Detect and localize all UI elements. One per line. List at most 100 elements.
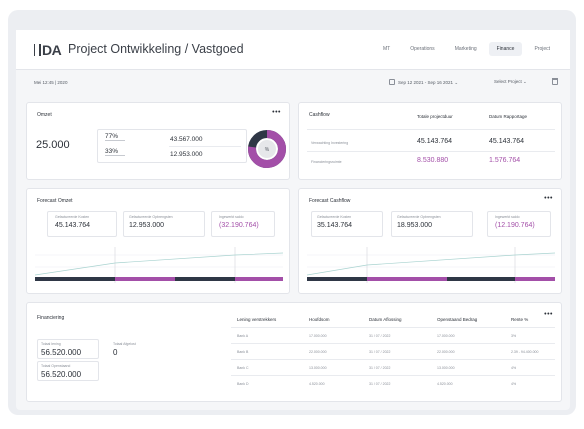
forecast-omzet-card: Forecast Omzet Gefactureerde Kosten 45.1… bbox=[26, 188, 290, 294]
bar-dark bbox=[175, 277, 235, 281]
nav-item-finance[interactable]: Finance bbox=[488, 42, 523, 56]
totaal-openstaand-label: Totaal Openstaand bbox=[41, 364, 71, 368]
date-range-label: Sep 12 2021 - Sep 16 2021 bbox=[398, 80, 454, 85]
bar-accent bbox=[515, 277, 555, 281]
totaal-afgelost-value: 0 bbox=[113, 348, 118, 357]
fin-cell: 31 / 07 / 2022 bbox=[369, 382, 391, 386]
bar-accent bbox=[367, 277, 447, 281]
fin-cell: 17.000.000 bbox=[309, 334, 327, 338]
forecast-cashflow-kpi-2-label: Gefactureerde Opbrengsten bbox=[397, 215, 441, 219]
bar-dark bbox=[35, 277, 115, 281]
fin-cell: 17.000.000 bbox=[437, 334, 455, 338]
fin-cell: 4% bbox=[511, 382, 517, 386]
trash-icon[interactable] bbox=[552, 78, 558, 85]
omzet-title: Omzet bbox=[37, 112, 52, 118]
forecast-cashflow-kpi-3-value: (12.190.764) bbox=[495, 222, 535, 229]
forecast-cashflow-kpi-1-value: 35.143.764 bbox=[317, 222, 353, 229]
fin-cell: Bank A bbox=[237, 334, 249, 338]
fin-cell: 3% bbox=[511, 334, 517, 338]
cashflow-row-2-label: Financieringsruimte bbox=[311, 160, 342, 164]
more-options-icon[interactable]: ••• bbox=[544, 195, 553, 202]
fin-cell: 31 / 07 / 2022 bbox=[369, 366, 391, 370]
fin-cell: 4% bbox=[511, 366, 517, 370]
bar-dark bbox=[307, 277, 367, 281]
forecast-cashflow-card: Forecast Cashflow ••• Gefactureerde Kost… bbox=[298, 188, 562, 294]
cashflow-row-sep bbox=[307, 129, 555, 130]
forecast-omzet-kpi-2-value: 12.953.000 bbox=[129, 222, 165, 229]
totaal-lening-value: 56.520.000 bbox=[41, 348, 82, 357]
fin-col-rate: Rente % bbox=[511, 317, 529, 322]
main-nav: MT Operations Marketing Finance Project bbox=[375, 42, 558, 56]
fin-cell: 4.520.000 bbox=[309, 382, 325, 386]
omzet-pct-2-sub bbox=[105, 155, 125, 156]
select-project-dropdown[interactable]: Select Project ⌄ bbox=[494, 79, 527, 85]
financiering-card: Financiering ••• Totaal lening 56.520.00… bbox=[26, 302, 562, 402]
omzet-divider bbox=[169, 146, 241, 147]
logo-bars-icon bbox=[34, 44, 41, 56]
cashflow-row-2-total: 8.530.880 bbox=[417, 157, 449, 164]
forecast-cashflow-kpi-2-value: 18.953.000 bbox=[397, 222, 433, 229]
forecast-omzet-kpi-3-label: Ingewerkt saldo bbox=[219, 215, 244, 219]
forecast-omzet-kpi-2-label: Gefactureerde Opbrengsten bbox=[129, 215, 173, 219]
cashflow-row-1-total: 45.143.764 bbox=[417, 138, 453, 145]
fin-header-sep bbox=[231, 327, 555, 328]
date-range-picker[interactable]: Sep 12 2021 - Sep 16 2021 ⌄ bbox=[389, 79, 458, 86]
fin-cell: Bank B bbox=[237, 350, 249, 354]
top-header: DA Project Ontwikkeling / Vastgoed MT Op… bbox=[16, 30, 570, 70]
fin-cell: Bank D bbox=[237, 382, 249, 386]
page-title: Project Ontwikkeling / Vastgoed bbox=[68, 42, 244, 56]
cashflow-col-total: Totale projectduur bbox=[417, 114, 453, 119]
forecast-omzet-kpi-1-value: 45.143.764 bbox=[55, 222, 91, 229]
cashflow-col-report: Datum Rapportage bbox=[489, 114, 528, 119]
trend-line bbox=[35, 252, 283, 276]
omzet-pct-2: 33% bbox=[105, 148, 119, 155]
forecast-cashflow-title: Forecast Cashflow bbox=[309, 198, 351, 204]
nav-item-project[interactable]: Project bbox=[526, 42, 558, 56]
omzet-pct-1-sub bbox=[105, 140, 125, 141]
totaal-openstaand-value: 56.520.000 bbox=[41, 370, 82, 379]
forecast-omzet-kpi-3-value: (32.190.764) bbox=[219, 222, 259, 229]
forecast-cashflow-chart bbox=[307, 247, 555, 283]
donut-center-label: % bbox=[265, 147, 270, 153]
more-options-icon[interactable]: ••• bbox=[544, 311, 553, 318]
forecast-cashflow-kpi-3-label: Ingewerkt saldo bbox=[495, 215, 520, 219]
fin-row-sep bbox=[231, 359, 555, 360]
filter-bar: Mei 12:45 | 2020 Sep 12 2021 - Sep 16 20… bbox=[16, 74, 570, 92]
cashflow-title: Cashflow bbox=[309, 112, 330, 118]
cashflow-card: Cashflow Totale projectduur Datum Rappor… bbox=[298, 102, 562, 180]
cashflow-row-1-report: 45.143.764 bbox=[489, 138, 525, 145]
fin-cell: 31 / 07 / 2022 bbox=[369, 334, 391, 338]
totaal-lening-label: Totaal lening bbox=[41, 342, 61, 346]
fin-cell: 4.520.000 bbox=[437, 382, 453, 386]
select-project-label: Select Project bbox=[494, 79, 522, 84]
nav-item-operations[interactable]: Operations bbox=[402, 42, 442, 56]
fin-row-sep bbox=[231, 375, 555, 376]
financiering-title: Financiering bbox=[37, 315, 65, 321]
logo[interactable]: DA bbox=[34, 42, 62, 58]
fin-col-outstanding: Openstaand Bedrag bbox=[437, 317, 478, 322]
fin-cell: 31 / 07 / 2022 bbox=[369, 350, 391, 354]
chevron-down-icon: ⌄ bbox=[454, 80, 459, 85]
bar-accent bbox=[235, 277, 283, 281]
logo-text: DA bbox=[42, 42, 62, 58]
omzet-value-2: 12.953.000 bbox=[170, 151, 203, 158]
chevron-down-icon: ⌄ bbox=[523, 79, 527, 84]
omzet-value-1: 43.567.000 bbox=[170, 136, 203, 143]
nav-item-marketing[interactable]: Marketing bbox=[447, 42, 485, 56]
forecast-omzet-chart bbox=[35, 247, 283, 283]
omzet-donut-chart: % bbox=[248, 130, 286, 168]
fin-cell: Bank C bbox=[237, 366, 249, 370]
fin-cell: 2.39 - 94.400.000 bbox=[511, 350, 539, 354]
fin-row-sep bbox=[231, 343, 555, 344]
fin-cell: 22.000.000 bbox=[309, 350, 327, 354]
nav-item-mt[interactable]: MT bbox=[375, 42, 398, 56]
dashboard-app: DA Project Ontwikkeling / Vastgoed MT Op… bbox=[16, 30, 570, 410]
more-options-icon[interactable]: ••• bbox=[272, 109, 281, 116]
fin-cell: 22.000.000 bbox=[437, 350, 455, 354]
omzet-card: Omzet ••• 25.000 77% 33% 43.567.000 12.9… bbox=[26, 102, 290, 180]
omzet-pct-1: 77% bbox=[105, 133, 119, 140]
forecast-omzet-title: Forecast Omzet bbox=[37, 198, 73, 204]
fin-cell: 13.000.000 bbox=[437, 366, 455, 370]
forecast-omzet-kpi-1-label: Gefactureerde Kosten bbox=[55, 215, 90, 219]
cashflow-row-2-report: 1.576.764 bbox=[489, 157, 521, 164]
